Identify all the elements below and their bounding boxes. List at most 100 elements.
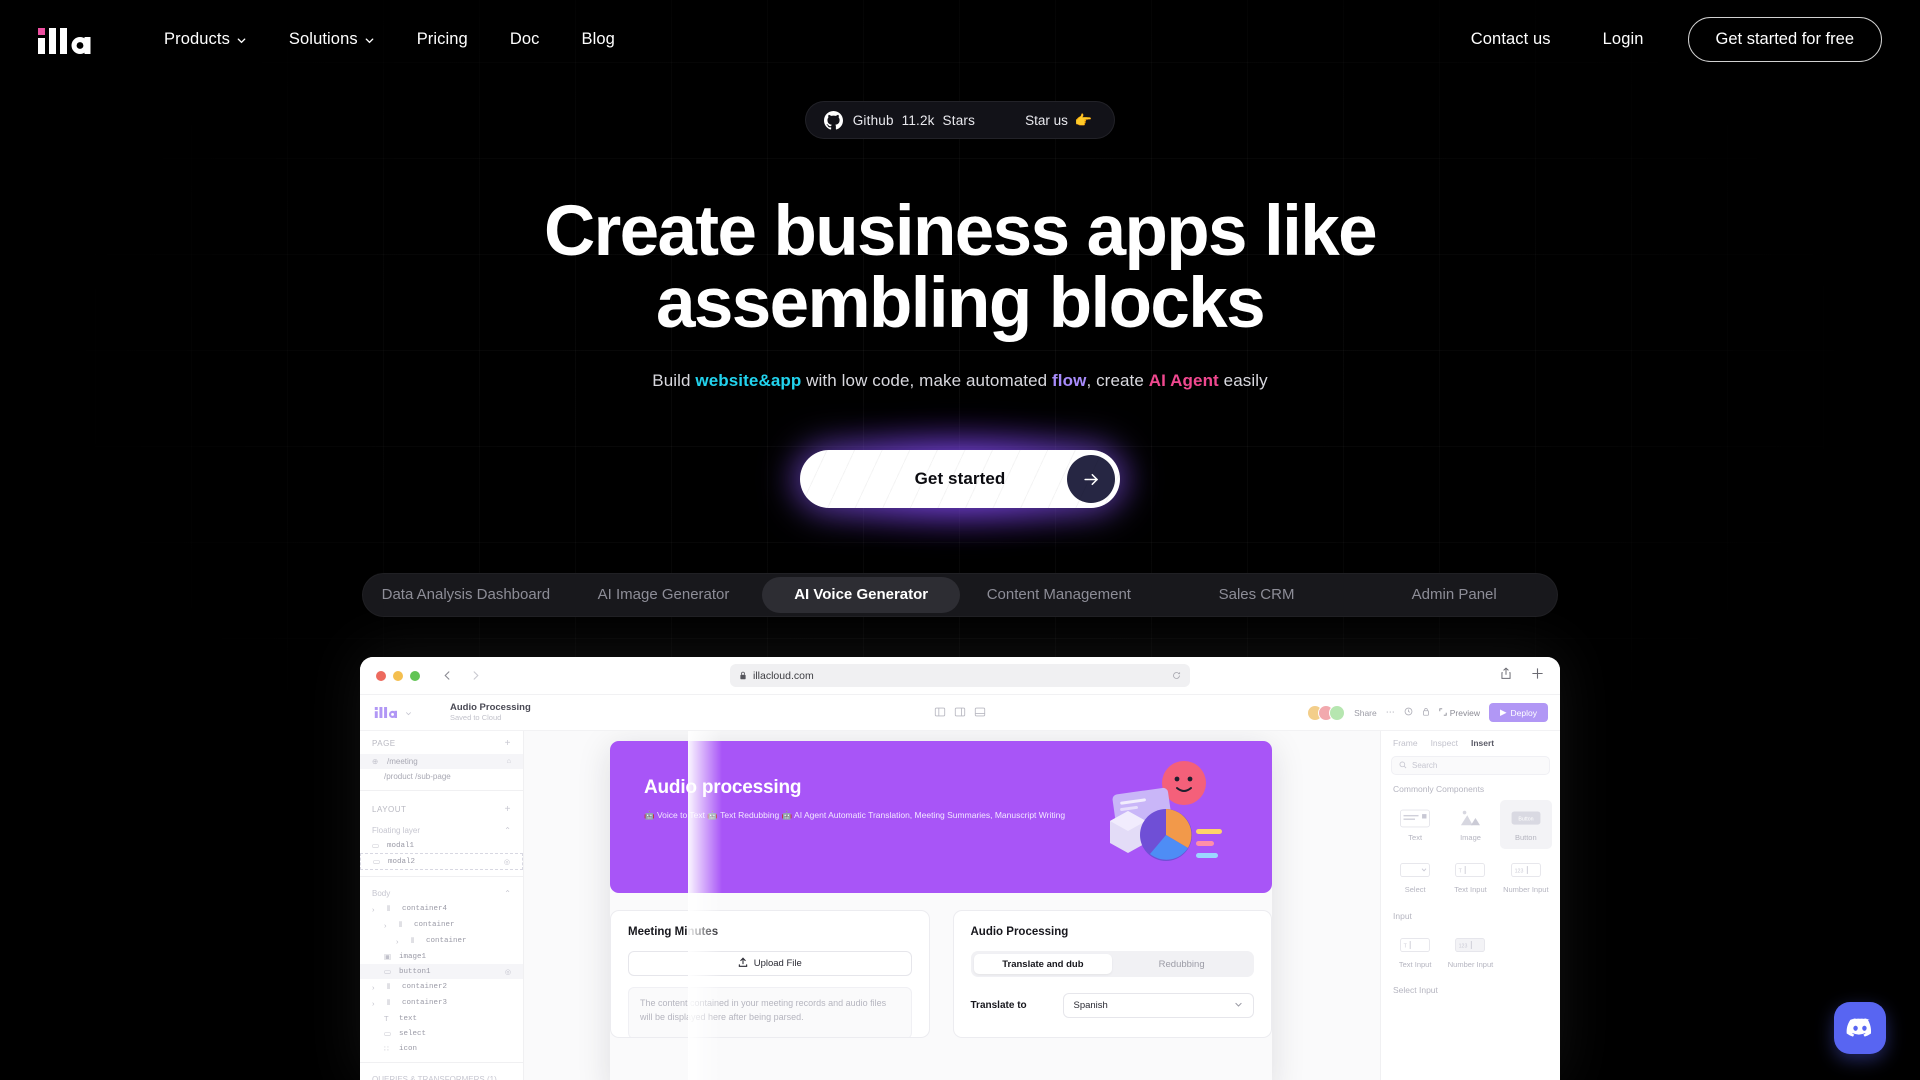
nav-item-products[interactable]: Products: [143, 22, 268, 57]
component-number-input[interactable]: 123 Number Input: [1500, 852, 1552, 901]
component-search-input[interactable]: Search: [1391, 756, 1550, 775]
sidebar-item-container2[interactable]: › ⫴ container2: [360, 979, 523, 995]
segment-redubbing[interactable]: Redubbing: [1112, 954, 1251, 974]
illa-logo-small[interactable]: [372, 704, 438, 722]
component-text-input-2[interactable]: T Text Input: [1389, 927, 1441, 976]
arrow-right-icon[interactable]: [1067, 455, 1115, 503]
segment-translate-and-dub[interactable]: Translate and dub: [973, 954, 1113, 974]
component-image[interactable]: Image: [1444, 800, 1496, 849]
upload-file-button[interactable]: Upload File: [628, 951, 912, 976]
chevron-right-icon[interactable]: [470, 670, 481, 681]
sidebar-queries-header[interactable]: QUERIES & TRANSFORMERS (1) ⌄: [360, 1069, 523, 1080]
component-select[interactable]: Select: [1389, 852, 1441, 901]
number-input-thumb-icon: 123: [1506, 859, 1546, 881]
tab-insert[interactable]: Insert: [1471, 738, 1494, 748]
tab-ai-voice-generator[interactable]: AI Voice Generator: [762, 577, 961, 613]
discord-chat-button[interactable]: [1834, 1002, 1886, 1054]
avatar[interactable]: [1329, 704, 1346, 721]
nav-item-blog[interactable]: Blog: [561, 22, 636, 57]
deploy-label: Deploy: [1510, 707, 1537, 718]
caret-right-icon[interactable]: ›: [372, 905, 381, 914]
plus-icon[interactable]: [1531, 667, 1544, 685]
tab-admin-panel[interactable]: Admin Panel: [1355, 577, 1553, 613]
container-icon: ⫴: [387, 998, 391, 1007]
chevron-down-icon: [364, 35, 375, 46]
deploy-button[interactable]: ▶ Deploy: [1488, 703, 1548, 722]
caret-right-icon[interactable]: ›: [396, 937, 405, 946]
modal-icon: ▭: [373, 857, 381, 866]
tab-inspect[interactable]: Inspect: [1431, 738, 1458, 748]
sidebar-body-header[interactable]: Body ⌃: [360, 883, 523, 901]
history-icon[interactable]: [1404, 707, 1413, 718]
tab-content-management[interactable]: Content Management: [960, 577, 1158, 613]
container-icon: ⫴: [387, 982, 391, 991]
right-panel-toggle-icon[interactable]: [954, 704, 966, 722]
github-stars-badge[interactable]: Github 11.2k Stars Star us 👉: [804, 101, 1116, 139]
caret-right-icon[interactable]: ›: [384, 921, 393, 930]
left-panel-toggle-icon[interactable]: [934, 704, 946, 722]
close-dot-icon[interactable]: [376, 670, 386, 681]
component-number-input-2[interactable]: 123 Number Input: [1444, 927, 1496, 976]
sidebar-divider: [360, 1062, 523, 1063]
github-badge-action[interactable]: Star us 👉: [1025, 112, 1092, 129]
sidebar-page-product-subpage[interactable]: /product /sub-page: [360, 769, 523, 784]
share-icon[interactable]: [1500, 666, 1512, 685]
chevron-left-icon[interactable]: [442, 670, 453, 681]
tab-frame[interactable]: Frame: [1393, 738, 1418, 748]
language-select[interactable]: Spanish: [1062, 993, 1254, 1018]
more-options-icon[interactable]: ⋯: [1386, 707, 1395, 718]
nav-item-login[interactable]: Login: [1577, 22, 1670, 57]
share-button[interactable]: Share: [1354, 708, 1377, 718]
tab-sales-crm[interactable]: Sales CRM: [1158, 577, 1356, 613]
tab-data-analysis-dashboard[interactable]: Data Analysis Dashboard: [367, 577, 565, 613]
image-thumb-icon: [1450, 807, 1490, 829]
nav-item-pricing[interactable]: Pricing: [396, 22, 489, 57]
illa-logo[interactable]: [38, 24, 91, 54]
sidebar-item-modal1[interactable]: ▭ modal1: [360, 838, 523, 853]
visibility-icon[interactable]: ◎: [504, 858, 510, 866]
chevron-down-icon: ⌄: [504, 1075, 511, 1080]
component-label: Number Input: [1447, 959, 1494, 969]
preview-button[interactable]: Preview: [1439, 708, 1480, 718]
home-icon[interactable]: ⌂: [507, 758, 511, 765]
caret-right-icon[interactable]: ›: [372, 999, 381, 1008]
sidebar-item-container-nested-2[interactable]: › ⫴ container: [360, 933, 523, 949]
reload-icon[interactable]: [1172, 667, 1181, 685]
caret-right-icon[interactable]: ›: [372, 983, 381, 992]
bottom-panel-toggle-icon[interactable]: [974, 704, 986, 722]
floating-layer-label: Floating layer: [372, 826, 421, 835]
meeting-content-textarea[interactable]: The content contained in your meeting re…: [628, 987, 912, 1037]
sidebar-page-meeting[interactable]: ⊕ /meeting ⌂: [360, 754, 523, 769]
nav-item-solutions[interactable]: Solutions: [268, 22, 396, 57]
sidebar-floating-layer-header[interactable]: Floating layer ⌃: [360, 820, 523, 838]
add-page-icon[interactable]: +: [505, 738, 511, 749]
nav-item-doc[interactable]: Doc: [489, 22, 561, 57]
get-started-free-button[interactable]: Get started for free: [1687, 16, 1882, 62]
sidebar-item-image1[interactable]: ▣ image1: [360, 949, 523, 964]
sidebar-item-container3[interactable]: › ⫴ container3: [360, 995, 523, 1011]
lock-icon[interactable]: [1422, 707, 1430, 718]
maximize-dot-icon[interactable]: [410, 670, 420, 681]
sidebar-item-container-nested-1[interactable]: › ⫴ container: [360, 917, 523, 933]
pointing-hand-icon: 👉: [1074, 111, 1093, 128]
sidebar-item-select[interactable]: ▭ select: [360, 1026, 523, 1041]
page-section-label: PAGE: [372, 739, 396, 748]
sidebar-item-button1[interactable]: ▭ button1 ◎: [360, 964, 523, 979]
sidebar-item-text[interactable]: T text: [360, 1011, 523, 1026]
browser-url-bar[interactable]: illacloud.com: [730, 664, 1190, 687]
component-text[interactable]: Text: [1389, 800, 1441, 849]
github-badge-row: Github 11.2k Stars Star us 👉: [0, 101, 1920, 139]
add-layout-icon[interactable]: +: [505, 804, 511, 815]
get-started-button[interactable]: Get started: [800, 450, 1120, 508]
nav-item-contact-us[interactable]: Contact us: [1445, 22, 1577, 57]
visibility-icon[interactable]: ◎: [505, 968, 511, 976]
component-text-input[interactable]: T Text Input: [1444, 852, 1496, 901]
tab-ai-image-generator[interactable]: AI Image Generator: [565, 577, 763, 613]
sidebar-item-container4[interactable]: › ⫴ container4: [360, 901, 523, 917]
component-button[interactable]: Button Button: [1499, 800, 1552, 850]
globe-icon: ⊕: [372, 757, 379, 766]
minimize-dot-icon[interactable]: [393, 670, 403, 681]
sidebar-item-icon[interactable]: ∷ icon: [360, 1041, 523, 1056]
sidebar-item-modal2[interactable]: ▭ modal2 ◎: [360, 853, 523, 870]
layer-label: select: [399, 1029, 427, 1038]
